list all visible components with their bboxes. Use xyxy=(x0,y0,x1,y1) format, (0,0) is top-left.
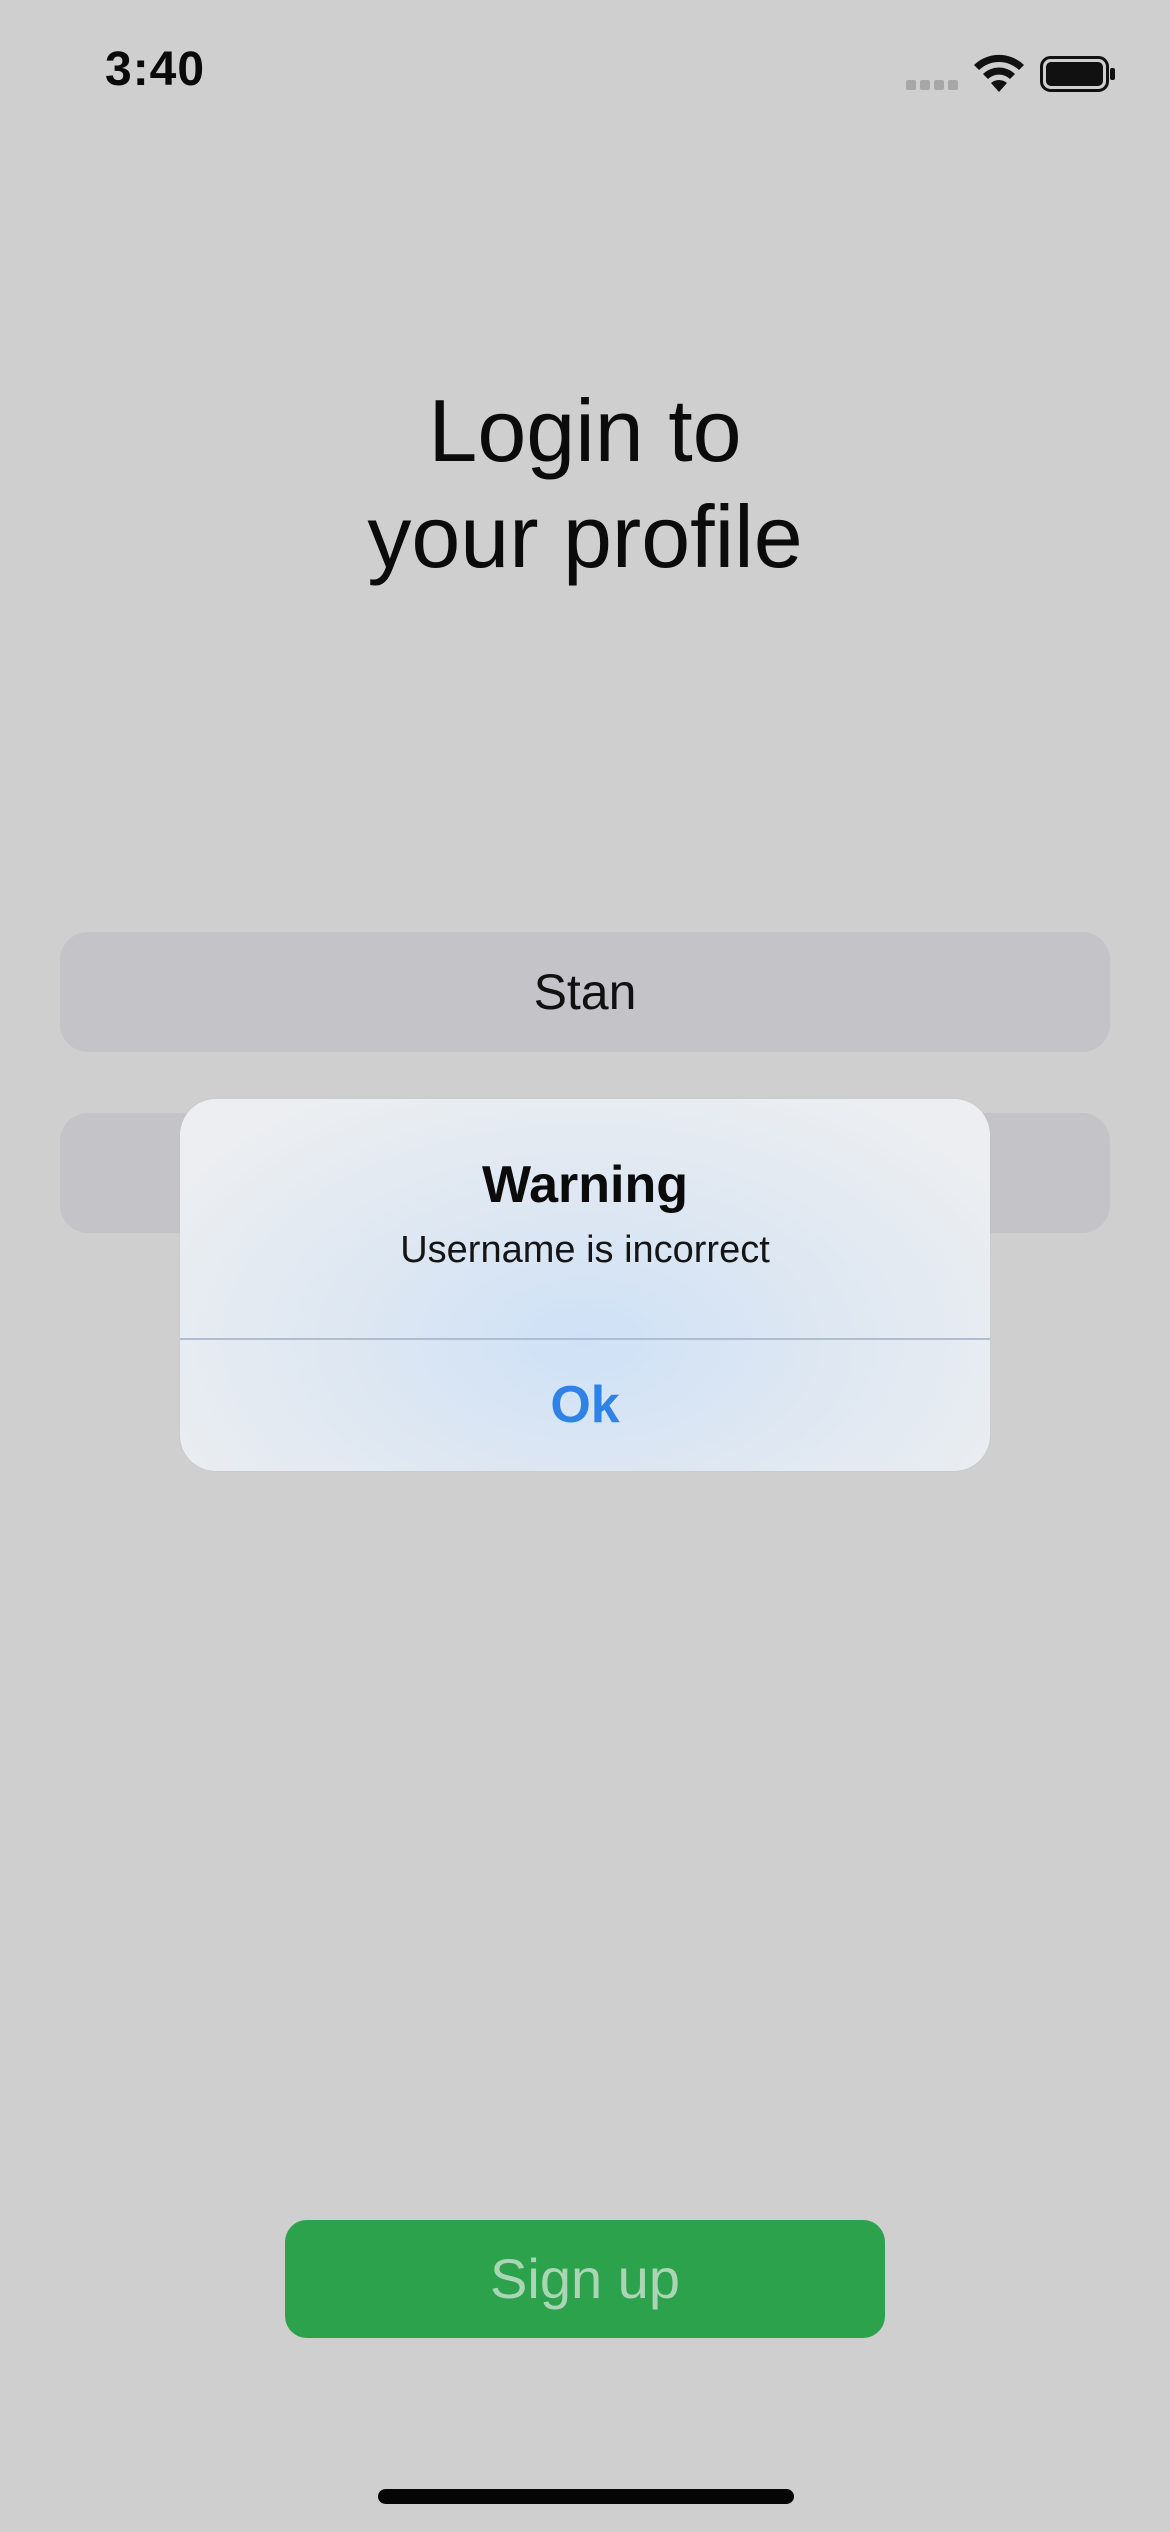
cellular-signal-icon xyxy=(906,80,960,90)
status-time: 3:40 xyxy=(105,43,206,96)
home-indicator[interactable] xyxy=(378,2489,794,2504)
alert-title: Warning xyxy=(481,1156,689,1214)
status-bar: 3:40 xyxy=(0,0,1170,150)
signup-button[interactable]: Sign up xyxy=(285,2220,885,2338)
page-title-line-2: your profile xyxy=(367,487,803,586)
alert-message: Username is incorrect xyxy=(400,1229,770,1271)
login-screen: 3:40 Login to your profile Warning Usern… xyxy=(0,0,1170,2532)
wifi-icon xyxy=(974,54,1024,92)
alert-ok-button[interactable]: Ok xyxy=(180,1340,990,1471)
battery-icon xyxy=(1040,56,1115,92)
warning-alert: Warning Username is incorrect Ok xyxy=(180,1099,990,1471)
username-field[interactable] xyxy=(60,932,1110,1052)
page-title: Login to your profile xyxy=(0,378,1170,590)
page-title-line-1: Login to xyxy=(428,381,742,480)
